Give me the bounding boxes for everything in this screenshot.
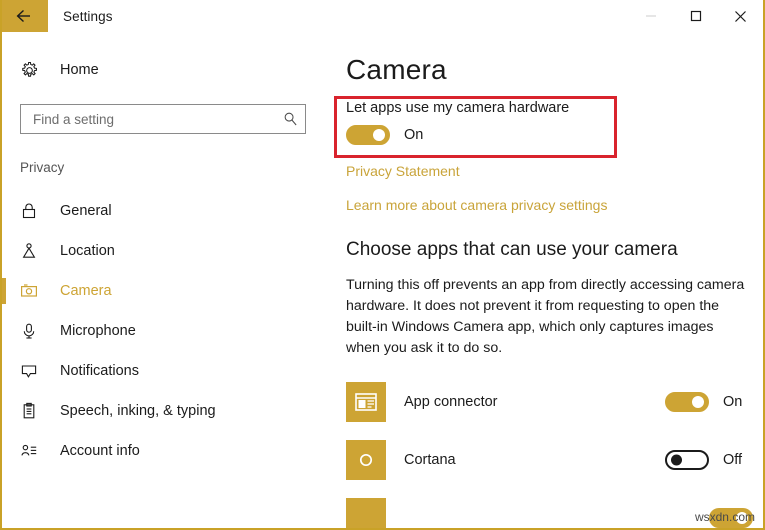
back-arrow-icon [15, 8, 35, 24]
sidebar-item-speech-inking-typing[interactable]: Speech, inking, & typing [2, 391, 330, 431]
camera-hardware-toggle-row: On [346, 125, 763, 145]
lock-icon [20, 202, 50, 220]
main-content: Camera Let apps use my camera hardware O… [330, 32, 763, 528]
partial-app-tile-icon [346, 498, 386, 528]
search-icon[interactable] [283, 112, 298, 127]
microphone-icon [20, 322, 50, 340]
camera-hardware-toggle-state: On [404, 127, 423, 143]
sidebar-item-microphone[interactable]: Microphone [2, 311, 330, 351]
sidebar-item-label: Notifications [60, 363, 139, 379]
window-controls [628, 0, 763, 32]
close-button[interactable] [718, 0, 763, 32]
back-button[interactable] [2, 0, 48, 32]
sidebar-item-label: Speech, inking, & typing [60, 403, 216, 419]
selection-accent [2, 358, 6, 384]
sidebar-item-label: Location [60, 243, 115, 259]
selection-accent [2, 398, 6, 424]
selection-accent [2, 278, 6, 304]
clipboard-icon [20, 402, 50, 420]
sidebar-item-camera[interactable]: Camera [2, 271, 330, 311]
sidebar-item-account-info[interactable]: Account info [2, 431, 330, 471]
page-title: Camera [346, 54, 763, 86]
app-row-app-connector: App connector On [330, 373, 763, 431]
sidebar-item-general[interactable]: General [2, 191, 330, 231]
search-input[interactable] [21, 106, 271, 132]
search-box[interactable] [20, 104, 306, 134]
cortana-toggle-state: Off [723, 452, 753, 468]
selection-accent [2, 238, 6, 264]
app-name: Cortana [404, 452, 665, 468]
toggle-knob [692, 396, 704, 408]
sidebar-item-home[interactable]: Home [2, 50, 330, 90]
sidebar-item-home-label: Home [60, 62, 99, 78]
selection-accent [2, 198, 6, 224]
choose-apps-description: Turning this off prevents an app from di… [346, 275, 746, 359]
app-connector-tile-icon [346, 382, 386, 422]
choose-apps-heading: Choose apps that can use your camera [346, 239, 763, 261]
sidebar-item-label: General [60, 203, 112, 219]
title-bar: Settings [2, 0, 763, 32]
sidebar-nav-list: General Location [2, 191, 330, 471]
gear-icon [20, 61, 50, 80]
app-name: App connector [404, 394, 665, 410]
app-connector-toggle[interactable] [665, 392, 709, 412]
cortana-toggle[interactable] [665, 450, 709, 470]
camera-hardware-toggle[interactable] [346, 125, 390, 145]
toggle-knob [671, 455, 682, 466]
app-connector-toggle-state: On [723, 394, 753, 410]
camera-icon [20, 282, 50, 300]
selection-accent [2, 438, 6, 464]
location-pin-icon [20, 242, 50, 260]
speech-bubble-icon [20, 362, 50, 380]
maximize-icon [690, 10, 702, 22]
minimize-icon [645, 10, 657, 22]
app-toggle-wrap: Off [665, 450, 753, 470]
close-icon [734, 10, 747, 23]
camera-hardware-setting: Let apps use my camera hardware On [346, 100, 763, 145]
settings-window: Settings [0, 0, 765, 530]
maximize-button[interactable] [673, 0, 718, 32]
sidebar-item-location[interactable]: Location [2, 231, 330, 271]
learn-more-link[interactable]: Learn more about camera privacy settings [346, 197, 607, 213]
camera-hardware-label: Let apps use my camera hardware [346, 100, 763, 116]
sidebar-item-label: Microphone [60, 323, 136, 339]
sidebar: Home Privacy [2, 32, 330, 528]
app-toggle-wrap: On [665, 392, 753, 412]
minimize-button[interactable] [628, 0, 673, 32]
cortana-circle-tile-icon [346, 440, 386, 480]
sidebar-section-label: Privacy [20, 160, 330, 175]
app-permission-list: App connector On Cortana [330, 373, 763, 528]
account-info-icon [20, 442, 50, 460]
selection-accent [2, 318, 6, 344]
sidebar-item-label: Account info [60, 443, 140, 459]
privacy-statement-link[interactable]: Privacy Statement [346, 163, 460, 179]
app-title: Settings [48, 0, 113, 32]
watermark: wsxdn.com [695, 510, 755, 524]
sidebar-item-label: Camera [60, 283, 112, 299]
app-row-cortana: Cortana Off [330, 431, 763, 489]
sidebar-item-notifications[interactable]: Notifications [2, 351, 330, 391]
toggle-knob [373, 129, 385, 141]
